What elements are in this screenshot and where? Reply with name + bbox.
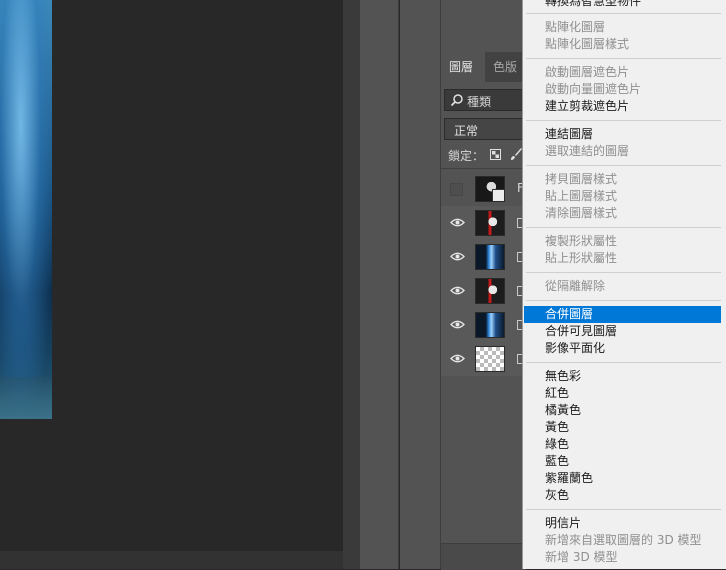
layers-panel-tabs: 圖層 色版 <box>441 52 526 82</box>
canvas-horizontal-scrollbar[interactable] <box>0 551 343 569</box>
layer-filter-kind[interactable]: 種類 <box>444 89 526 111</box>
menu-item-copy-layer-style[interactable]: 拷貝圖層樣式 <box>524 171 721 188</box>
menu-item-copy-shape-attributes[interactable]: 複製形狀屬性 <box>524 233 721 250</box>
menu-item-color-violet[interactable]: 紫羅蘭色 <box>524 470 721 487</box>
layer-thumbnail <box>475 346 505 372</box>
layer-row[interactable] <box>441 274 526 308</box>
divider <box>441 168 526 169</box>
menu-separator <box>526 165 721 166</box>
menu-separator <box>526 362 721 363</box>
layer-row[interactable]: F <box>441 172 526 206</box>
collapsed-panel-column[interactable] <box>360 0 399 569</box>
eye-icon[interactable] <box>450 353 465 364</box>
menu-separator <box>526 13 721 14</box>
menu-item-color-red[interactable]: 紅色 <box>524 385 721 402</box>
visibility-toggle[interactable] <box>441 274 471 308</box>
document-canvas[interactable] <box>0 0 343 551</box>
layer-row[interactable] <box>441 240 526 274</box>
document-image[interactable] <box>0 0 52 419</box>
menu-item-paste-layer-style[interactable]: 貼上圖層樣式 <box>524 188 721 205</box>
lock-label: 鎖定： <box>448 149 485 163</box>
visibility-toggle[interactable] <box>441 206 471 240</box>
layer-context-menu: 轉換為智慧型物件 點陣化圖層 點陣化圖層樣式 啟動圖層遮色片 啟動向量圖遮色片 … <box>522 0 726 569</box>
filter-kind-label: 種類 <box>467 95 492 109</box>
menu-item-release-from-isolation[interactable]: 從隔離解除 <box>524 278 721 295</box>
layer-row[interactable] <box>441 308 526 342</box>
menu-item-new-3d-model[interactable]: 新增 3D 模型 <box>524 549 721 566</box>
menu-separator <box>526 509 721 510</box>
menu-item-rasterize-layer-style[interactable]: 點陣化圖層樣式 <box>524 36 721 53</box>
eye-icon[interactable] <box>450 251 465 262</box>
lock-row: 鎖定： <box>447 145 527 165</box>
lock-image-pixels-brush-icon[interactable] <box>509 147 523 161</box>
menu-item-enable-vector-mask[interactable]: 啟動向量圖遮色片 <box>524 81 721 98</box>
collapsed-panel-column[interactable] <box>400 0 441 569</box>
menu-item-convert-to-smart-object[interactable]: 轉換為智慧型物件 <box>524 0 721 10</box>
menu-item-merge-layers[interactable]: 合併圖層 <box>524 306 721 323</box>
menu-separator <box>526 58 721 59</box>
menu-item-color-gray[interactable]: 灰色 <box>524 487 721 504</box>
menu-item-clear-layer-style[interactable]: 清除圖層樣式 <box>524 205 721 222</box>
menu-item-new-3d-from-layer[interactable]: 新增來自選取圖層的 3D 模型 <box>524 532 721 549</box>
canvas-vertical-scrollbar[interactable] <box>343 0 360 569</box>
menu-separator <box>526 120 721 121</box>
menu-item-postcard[interactable]: 明信片 <box>524 515 721 532</box>
visibility-toggle[interactable] <box>441 308 471 342</box>
menu-separator <box>526 300 721 301</box>
eye-icon[interactable] <box>450 217 465 228</box>
layer-thumbnail <box>475 278 505 304</box>
tab-layers[interactable]: 圖層 <box>441 52 485 82</box>
layers-panel: 圖層 色版 種類 正常 鎖定： F <box>441 0 527 570</box>
visibility-toggle[interactable] <box>441 342 471 376</box>
menu-item-color-none[interactable]: 無色彩 <box>524 368 721 385</box>
tab-channels[interactable]: 色版 <box>485 52 525 82</box>
menu-item-rasterize-layer[interactable]: 點陣化圖層 <box>524 19 721 36</box>
menu-item-color-green[interactable]: 綠色 <box>524 436 721 453</box>
eye-icon[interactable] <box>450 285 465 296</box>
visibility-toggle[interactable] <box>441 172 471 206</box>
visibility-toggle[interactable] <box>441 240 471 274</box>
layer-row[interactable] <box>441 206 526 240</box>
blend-mode-select[interactable]: 正常 <box>444 118 526 140</box>
layers-panel-footer <box>441 543 526 570</box>
menu-item-paste-shape-attributes[interactable]: 貼上形狀屬性 <box>524 250 721 267</box>
eye-icon[interactable] <box>450 319 465 330</box>
layer-thumbnail <box>475 210 505 236</box>
menu-separator <box>526 272 721 273</box>
menu-item-select-linked-layers[interactable]: 選取連結的圖層 <box>524 143 721 160</box>
layer-thumbnail <box>475 312 505 338</box>
menu-item-link-layers[interactable]: 連結圖層 <box>524 126 721 143</box>
hidden-visibility-box[interactable] <box>450 183 463 196</box>
menu-separator <box>526 227 721 228</box>
layer-thumbnail <box>475 176 505 202</box>
menu-item-flatten-image[interactable]: 影像平面化 <box>524 340 721 357</box>
search-icon <box>450 94 463 107</box>
menu-item-color-yellow[interactable]: 黃色 <box>524 419 721 436</box>
menu-item-create-clipping-mask[interactable]: 建立剪裁遮色片 <box>524 98 721 115</box>
layer-thumbnail <box>475 244 505 270</box>
blend-mode-value: 正常 <box>454 124 479 138</box>
menu-item-merge-visible[interactable]: 合併可見圖層 <box>524 323 721 340</box>
lock-transparent-pixels-icon[interactable] <box>490 149 501 160</box>
smart-object-icon <box>492 189 504 201</box>
menu-item-enable-layer-mask[interactable]: 啟動圖層遮色片 <box>524 64 721 81</box>
layer-row[interactable] <box>441 342 526 376</box>
menu-item-color-blue[interactable]: 藍色 <box>524 453 721 470</box>
menu-item-color-orange[interactable]: 橘黃色 <box>524 402 721 419</box>
